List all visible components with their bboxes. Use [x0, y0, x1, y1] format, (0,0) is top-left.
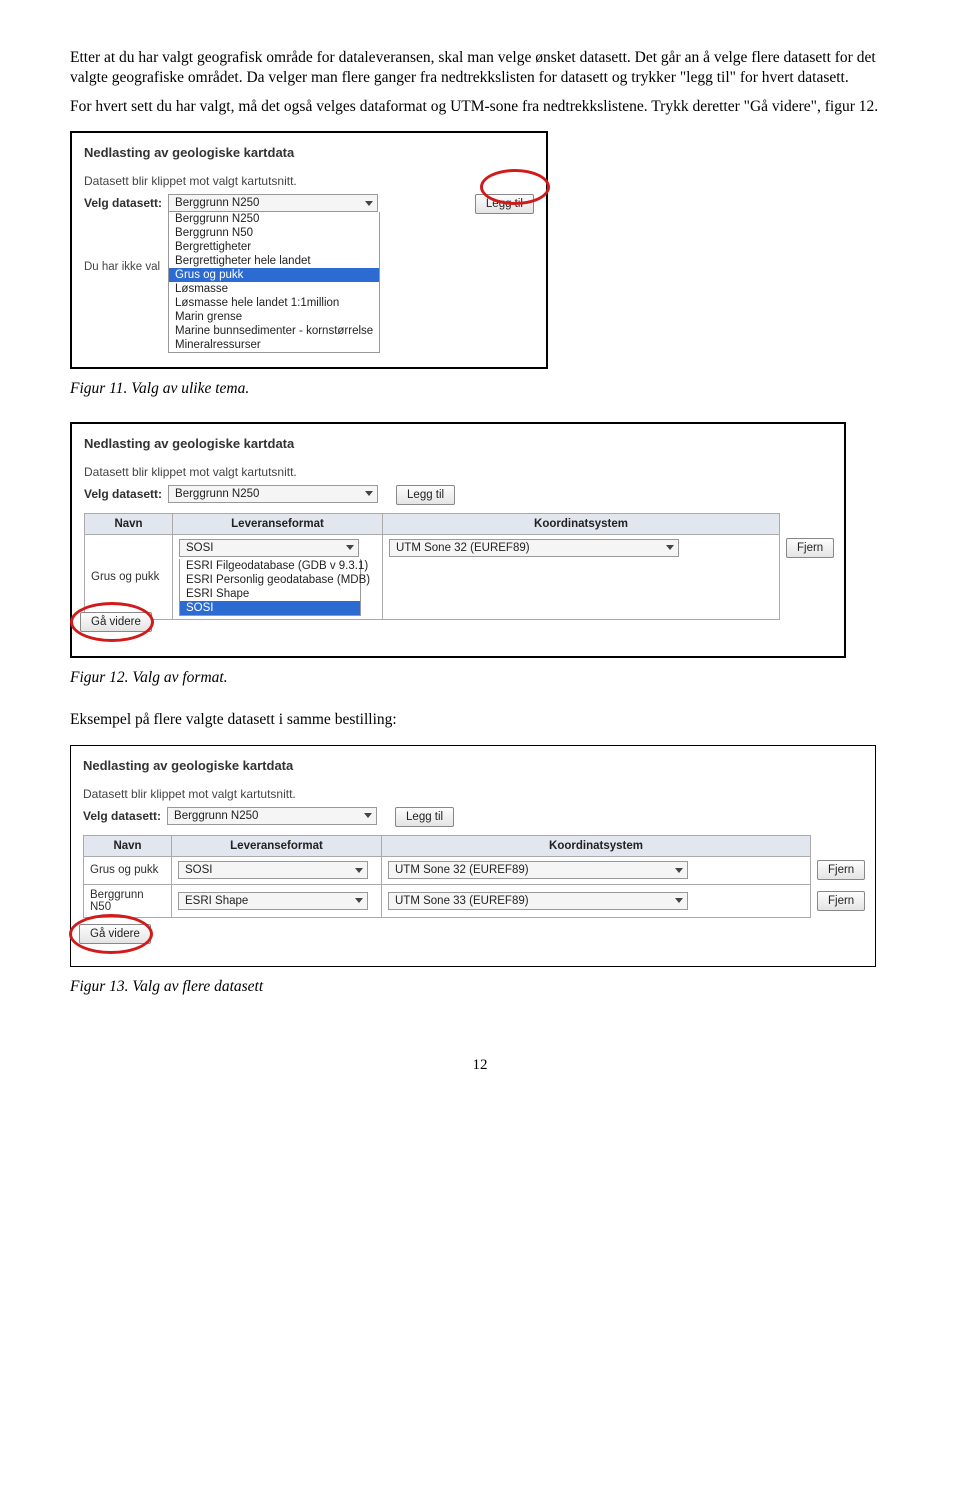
list-item[interactable]: Bergrettigheter hele landet [169, 254, 379, 268]
no-choice-text: Du har ikke val [84, 261, 160, 273]
add-button[interactable]: Legg til [475, 194, 534, 214]
paragraph-1: Etter at du har valgt geografisk område … [70, 48, 890, 89]
col-navn: Navn [84, 835, 172, 856]
panel-heading: Nedlasting av geologiske kartdata [83, 758, 863, 773]
list-item[interactable]: Berggrunn N50 [169, 226, 379, 240]
col-lev: Leveranseformat [172, 835, 382, 856]
col-koord: Koordinatsystem [382, 835, 811, 856]
list-item[interactable]: Marin grense [169, 310, 379, 324]
list-item[interactable]: Bergrettigheter [169, 240, 379, 254]
remove-button[interactable]: Fjern [817, 891, 865, 911]
format-select[interactable]: SOSI [179, 539, 359, 557]
dataset-table: Navn Leveranseformat Koordinatsystem Gru… [83, 835, 863, 918]
chevron-down-icon [365, 201, 373, 206]
remove-button[interactable]: Fjern [817, 860, 865, 880]
panel-heading: Nedlasting av geologiske kartdata [84, 436, 832, 451]
table-row: Grus og pukk SOSI UTM Sone 32 (EUREF89) … [84, 856, 863, 884]
chevron-down-icon [675, 868, 683, 873]
col-navn: Navn [85, 513, 173, 534]
cell-navn: Grus og pukk [84, 856, 172, 884]
list-item[interactable]: ESRI Shape [180, 587, 360, 601]
coord-select-value: UTM Sone 33 (EUREF89) [395, 895, 529, 907]
format-select[interactable]: ESRI Shape [178, 892, 368, 910]
list-item-selected[interactable]: SOSI [180, 601, 360, 615]
dataset-select-value: Berggrunn N250 [174, 810, 258, 822]
format-select-value: SOSI [186, 542, 213, 554]
coord-select[interactable]: UTM Sone 32 (EUREF89) [389, 539, 679, 557]
table-row: Berggrunn N50 ESRI Shape UTM Sone 33 (EU… [84, 884, 863, 917]
go-button[interactable]: Gå videre [79, 924, 151, 944]
add-button[interactable]: Legg til [396, 485, 455, 505]
format-listbox[interactable]: ESRI Filgeodatabase (GDB v 9.3.1) ESRI P… [179, 559, 361, 616]
list-item[interactable]: Mineralressurser [169, 338, 379, 352]
coord-select-value: UTM Sone 32 (EUREF89) [395, 864, 529, 876]
chevron-down-icon [355, 868, 363, 873]
remove-button[interactable]: Fjern [786, 538, 834, 558]
paragraph-2: For hvert sett du har valgt, må det også… [70, 97, 890, 117]
chevron-down-icon [666, 545, 674, 550]
format-select-value: ESRI Shape [185, 895, 248, 907]
format-select[interactable]: SOSI [178, 861, 368, 879]
chevron-down-icon [364, 813, 372, 818]
dataset-select-value: Berggrunn N250 [175, 488, 259, 500]
panel-subtext: Datasett blir klippet mot valgt kartutsn… [83, 787, 863, 801]
dataset-select[interactable]: Berggrunn N250 [168, 485, 378, 503]
coord-select-value: UTM Sone 32 (EUREF89) [396, 542, 530, 554]
figure-12-panel: Nedlasting av geologiske kartdata Datase… [70, 422, 846, 658]
figure-13-panel: Nedlasting av geologiske kartdata Datase… [70, 745, 876, 967]
dataset-select[interactable]: Berggrunn N250 [167, 807, 377, 825]
cell-navn: Grus og pukk [85, 534, 173, 619]
list-item-selected[interactable]: Grus og pukk [169, 268, 379, 282]
list-item[interactable]: Løsmasse hele landet 1:1million [169, 296, 379, 310]
list-item[interactable]: ESRI Personlig geodatabase (MDB) [180, 573, 360, 587]
chevron-down-icon [355, 898, 363, 903]
add-button[interactable]: Legg til [395, 807, 454, 827]
paragraph-3: Eksempel på flere valgte datasett i samm… [70, 710, 890, 730]
col-lev: Leveranseformat [173, 513, 383, 534]
chevron-down-icon [346, 545, 354, 550]
col-koord: Koordinatsystem [383, 513, 780, 534]
dataset-table: Navn Leveranseformat Koordinatsystem Gru… [84, 513, 832, 620]
dataset-listbox[interactable]: Berggrunn N250 Berggrunn N50 Bergrettigh… [168, 212, 380, 353]
select-label: Velg datasett: [83, 807, 161, 823]
select-label: Velg datasett: [84, 194, 162, 210]
figure-11-caption: Figur 11. Valg av ulike tema. [70, 379, 890, 399]
go-button[interactable]: Gå videre [80, 612, 152, 632]
coord-select[interactable]: UTM Sone 32 (EUREF89) [388, 861, 688, 879]
list-item[interactable]: Løsmasse [169, 282, 379, 296]
format-select-value: SOSI [185, 864, 212, 876]
cell-navn: Berggrunn N50 [84, 884, 172, 917]
figure-11-panel: Nedlasting av geologiske kartdata Datase… [70, 131, 548, 369]
list-item[interactable]: Marine bunnsedimenter - kornstørrelse [169, 324, 379, 338]
page-number: 12 [70, 1057, 890, 1074]
coord-select[interactable]: UTM Sone 33 (EUREF89) [388, 892, 688, 910]
panel-heading: Nedlasting av geologiske kartdata [84, 145, 534, 160]
chevron-down-icon [675, 898, 683, 903]
list-item[interactable]: ESRI Filgeodatabase (GDB v 9.3.1) [180, 559, 360, 573]
panel-subtext: Datasett blir klippet mot valgt kartutsn… [84, 465, 832, 479]
dataset-select-value: Berggrunn N250 [175, 197, 259, 209]
dataset-select[interactable]: Berggrunn N250 [168, 194, 378, 212]
figure-13-caption: Figur 13. Valg av flere datasett [70, 977, 890, 997]
figure-12-caption: Figur 12. Valg av format. [70, 668, 890, 688]
table-row: Grus og pukk SOSI ESRI Filgeodatabase (G… [85, 534, 832, 619]
panel-subtext: Datasett blir klippet mot valgt kartutsn… [84, 174, 534, 188]
select-label: Velg datasett: [84, 485, 162, 501]
list-item[interactable]: Berggrunn N250 [169, 212, 379, 226]
chevron-down-icon [365, 491, 373, 496]
